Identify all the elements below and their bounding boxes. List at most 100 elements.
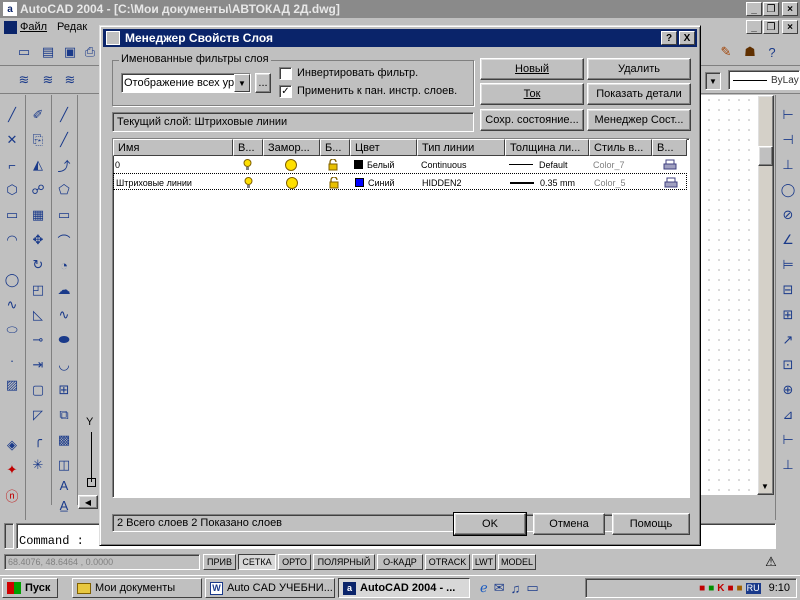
line-icon-2[interactable]: ╱ [54, 105, 74, 125]
new-layer-button[interactable]: Новый [480, 58, 584, 80]
mirror-icon[interactable]: ◭ [28, 155, 48, 175]
unlocked-icon[interactable] [328, 174, 340, 191]
outlook-icon[interactable]: ✉ [494, 580, 505, 596]
language-indicator[interactable]: RU [745, 582, 761, 594]
command-grip[interactable] [4, 523, 14, 549]
state-manager-button[interactable]: Менеджер Сост... [587, 109, 691, 131]
tolerance-icon[interactable]: ⊡ [778, 355, 798, 375]
delete-layer-button[interactable]: Удалить [587, 58, 691, 80]
sun-icon[interactable] [286, 174, 298, 191]
open-file-icon[interactable]: ▤ [38, 42, 58, 62]
comm-center-icon[interactable]: ⚠ [760, 553, 782, 571]
linear-dim-icon[interactable]: ⊢ [778, 105, 798, 125]
save-icon[interactable]: ▣ [60, 42, 80, 62]
quick-dim-icon[interactable]: ⊨ [778, 255, 798, 275]
region-icon[interactable]: ◈ [2, 435, 22, 455]
linetype-control[interactable]: ByLay [728, 70, 800, 90]
explode-icon[interactable]: ✳ [28, 455, 48, 475]
hatch-icon[interactable]: ▨ [2, 375, 22, 395]
spline-icon[interactable]: ∿ [2, 295, 22, 315]
rotate-icon[interactable]: ↻ [28, 255, 48, 275]
ellipse-icon[interactable]: ⬭ [2, 320, 22, 340]
menu-edit[interactable]: Редак [57, 21, 87, 33]
scrollbar-thumb[interactable] [758, 146, 773, 166]
dim-text-edit-icon[interactable]: ⊢ [778, 430, 798, 450]
task-autocad[interactable]: a AutoCAD 2004 - ... [338, 578, 470, 598]
tray-app-icon-4[interactable]: ■ [737, 583, 743, 594]
leader-icon[interactable]: ↗ [778, 330, 798, 350]
linetype-cell[interactable]: HIDDEN2 [422, 174, 462, 191]
filter-browse-button[interactable]: ... [255, 73, 271, 93]
sun-icon[interactable] [285, 156, 297, 173]
layer-filter-combo[interactable]: Отображение всех ур ▼ [121, 73, 251, 93]
task-word-doc[interactable]: W Auto CAD УЧЕБНИ... [205, 578, 335, 598]
move-icon[interactable]: ✥ [28, 230, 48, 250]
start-button[interactable]: Пуск [2, 578, 58, 598]
color-dropdown-arrow[interactable]: ▼ [705, 72, 721, 90]
fillet-icon[interactable]: ╭ [28, 430, 48, 450]
column-header-name[interactable]: Имя [113, 139, 233, 156]
erase-icon[interactable]: ✐ [28, 105, 48, 125]
column-header-lock[interactable]: Б... [320, 139, 350, 156]
spline-icon-2[interactable]: ∿ [54, 305, 74, 325]
show-details-button[interactable]: Показать детали [587, 83, 691, 105]
vertical-scrollbar[interactable]: ▼ [757, 95, 774, 495]
otrack-toggle[interactable]: OTRACK [425, 554, 470, 570]
layer-state-icon[interactable]: ≋ [38, 70, 58, 90]
ordinate-dim-icon[interactable]: ⊥ [778, 155, 798, 175]
save-state-button[interactable]: Сохр. состояние... [480, 109, 584, 131]
column-header-plot[interactable]: В... [652, 139, 687, 156]
lineweight-cell[interactable]: 0.35 mm [510, 174, 575, 191]
app-close-icon[interactable]: × [782, 2, 798, 16]
aligned-dim-icon[interactable]: ⊣ [778, 130, 798, 150]
unlocked-icon[interactable] [327, 156, 339, 173]
layer-list-table[interactable]: Имя В... Замор... Б... Цвет Тип линии То… [112, 138, 690, 498]
offset-icon[interactable]: ☍ [28, 180, 48, 200]
trim-icon[interactable]: ⊸ [28, 330, 48, 350]
arc-icon-2[interactable]: ⌒ [54, 230, 74, 250]
printer-icon[interactable] [663, 156, 677, 173]
dialog-close-icon[interactable]: X [679, 31, 695, 45]
print-icon[interactable]: ⎙ [80, 42, 100, 62]
dim-update-icon[interactable]: ⊥ [778, 455, 798, 475]
invert-filter-checkbox[interactable] [279, 67, 292, 80]
grid-toggle[interactable]: СЕТКА [238, 554, 276, 570]
dialog-help-icon[interactable]: ? [661, 31, 677, 45]
text-icon[interactable]: A [54, 475, 74, 495]
break-icon[interactable]: ▢ [28, 380, 48, 400]
construction-line-icon[interactable]: ✕ [2, 130, 22, 150]
menu-file[interactable]: Файл [20, 21, 47, 33]
multiline-text-icon[interactable]: ⓝ [2, 485, 22, 505]
model-toggle[interactable]: MODEL [498, 554, 536, 570]
layer-previous-icon[interactable]: ≋ [60, 70, 80, 90]
color-cell[interactable]: Синий [355, 174, 395, 191]
baseline-dim-icon[interactable]: ⊟ [778, 280, 798, 300]
ok-button[interactable]: OK [453, 512, 527, 536]
app-minimize-icon[interactable]: _ [746, 2, 762, 16]
ortho-toggle[interactable]: ОРТО [278, 554, 311, 570]
ie-icon[interactable]: ℯ [480, 580, 488, 596]
point-icon[interactable]: · [2, 350, 22, 370]
hatch-icon-2[interactable]: ▩ [54, 430, 74, 450]
tray-app-icon-1[interactable]: ■ [699, 583, 705, 594]
line-icon[interactable]: ╱ [2, 105, 22, 125]
scale-icon[interactable]: ◰ [28, 280, 48, 300]
arc-icon[interactable]: ◠ [2, 230, 22, 250]
table-icon[interactable]: ✦ [2, 460, 22, 480]
tray-app-icon-3[interactable]: ■ [727, 583, 733, 594]
doc-minimize-icon[interactable]: _ [746, 20, 762, 34]
insert-block-icon[interactable]: ⊞ [54, 380, 74, 400]
stretch-icon[interactable]: ◺ [28, 305, 48, 325]
ray-icon[interactable]: ╱ [54, 130, 74, 150]
column-header-freeze[interactable]: Замор... [263, 139, 320, 156]
tray-app-icon-2[interactable]: ■ [708, 583, 714, 594]
media-icon[interactable]: ♫ [511, 581, 521, 596]
help-button[interactable]: Помощь [612, 513, 690, 535]
help-icon[interactable]: ? [762, 42, 782, 62]
make-block-icon[interactable]: ⧉ [54, 405, 74, 425]
polyline-icon-2[interactable]: ⤴ [54, 155, 74, 175]
snap-toggle[interactable]: ПРИВ [203, 554, 236, 570]
column-header-color[interactable]: Цвет [350, 139, 417, 156]
radius-dim-icon[interactable]: ◯ [778, 180, 798, 200]
polyline-icon[interactable]: ⌐ [2, 155, 22, 175]
